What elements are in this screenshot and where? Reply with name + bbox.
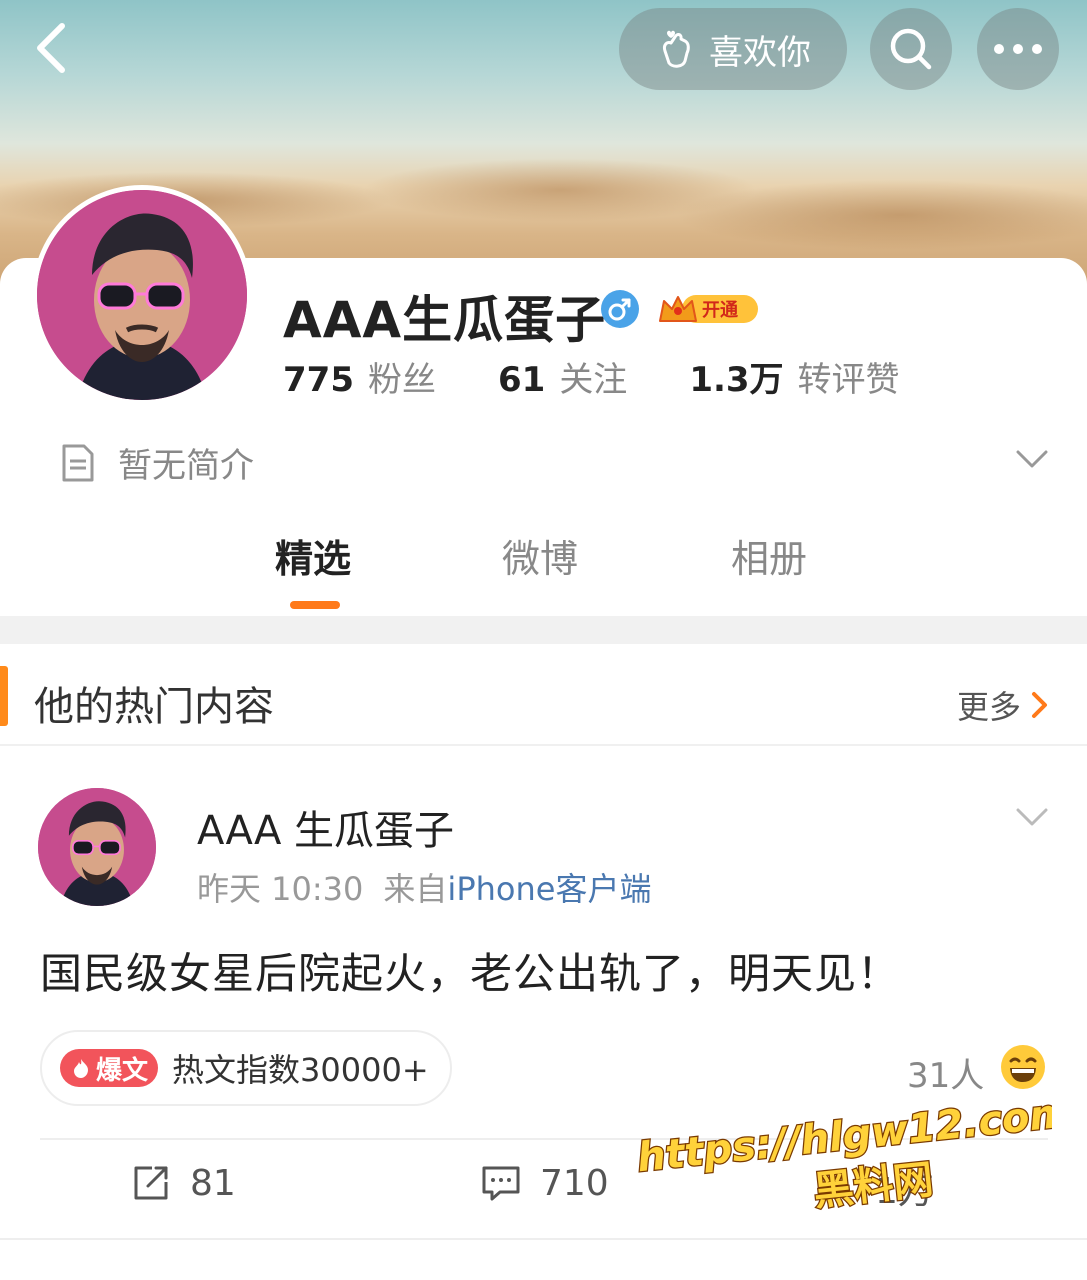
tab-weibo[interactable]: 微博 bbox=[502, 528, 578, 583]
section-accent-bar bbox=[0, 666, 8, 726]
ellipsis-icon bbox=[994, 44, 1042, 54]
post-author-avatar[interactable] bbox=[38, 788, 156, 906]
hot-content-title: 他的热门内容 bbox=[34, 684, 274, 730]
vip-label: 开通 bbox=[702, 300, 738, 321]
like-you-button[interactable]: 喜欢你 bbox=[619, 8, 847, 90]
vip-open-badge[interactable]: 开通 bbox=[656, 291, 760, 327]
post-time: 昨天 10:30 bbox=[197, 870, 364, 908]
section-separator bbox=[0, 616, 1087, 644]
male-gender-icon bbox=[600, 289, 640, 329]
interactions-stat[interactable]: 1.3万 转评赞 bbox=[689, 352, 899, 401]
profile-name: AAA生瓜蛋子 bbox=[283, 291, 607, 349]
following-count: 61 bbox=[497, 360, 546, 400]
followers-count: 775 bbox=[283, 360, 354, 400]
interactions-count: 1.3万 bbox=[689, 360, 784, 400]
bio-text: 暂无简介 bbox=[118, 446, 254, 486]
chevron-right-icon bbox=[1032, 692, 1048, 718]
avatar-image bbox=[38, 788, 156, 906]
watermark-site-name: 黑料网 bbox=[811, 1157, 935, 1215]
expand-bio-button[interactable] bbox=[1012, 440, 1052, 480]
hot-content-header: 他的热门内容 更多 bbox=[0, 644, 1087, 746]
avatar-image bbox=[37, 190, 247, 400]
post-source[interactable]: iPhone客户端 bbox=[447, 870, 651, 908]
share-icon bbox=[134, 1166, 168, 1200]
profile-avatar[interactable] bbox=[32, 185, 252, 405]
back-button[interactable] bbox=[28, 18, 88, 78]
repost-button[interactable]: 81 bbox=[130, 1162, 236, 1204]
finger-heart-icon bbox=[663, 30, 690, 68]
chevron-down-icon bbox=[1016, 450, 1048, 468]
grin-emoji-icon[interactable] bbox=[1000, 1044, 1046, 1090]
repost-count: 81 bbox=[190, 1162, 236, 1204]
like-you-label: 喜欢你 bbox=[709, 32, 811, 73]
profile-page: 喜欢你 AAA生瓜蛋子 开通 775 粉丝 61 关注 1.3万 转评赞 暂无简… bbox=[0, 0, 1087, 1280]
more-link[interactable]: 更多 bbox=[957, 682, 1051, 728]
followers-stat[interactable]: 775 粉丝 bbox=[283, 352, 436, 401]
post-options-button[interactable] bbox=[1012, 798, 1052, 838]
profile-tabs: 精选 微博 相册 bbox=[0, 528, 1087, 614]
chevron-down-icon bbox=[1016, 808, 1048, 826]
profile-stats: 775 粉丝 61 关注 1.3万 转评赞 bbox=[283, 352, 962, 401]
following-label: 关注 bbox=[559, 360, 628, 400]
followers-label: 粉丝 bbox=[367, 360, 436, 400]
post-bottom-border bbox=[0, 1238, 1087, 1240]
tab-album[interactable]: 相册 bbox=[731, 528, 807, 583]
post-author-name[interactable]: AAA 生瓜蛋子 bbox=[197, 798, 454, 856]
hot-article-tag: 爆文 bbox=[60, 1049, 159, 1087]
flame-icon bbox=[74, 1059, 88, 1078]
search-button[interactable] bbox=[870, 8, 952, 90]
following-stat[interactable]: 61 关注 bbox=[498, 352, 627, 401]
post-source-prefix: 来自 bbox=[383, 870, 448, 908]
more-options-button[interactable] bbox=[977, 8, 1059, 90]
hot-index-text: 热文指数30000+ bbox=[172, 1051, 429, 1089]
back-arrow-icon bbox=[37, 23, 65, 73]
watermark: https://hlgw12.com 黑料网 bbox=[632, 1089, 1075, 1220]
post-meta: 昨天 10:30 来自iPhone客户端 bbox=[197, 864, 651, 910]
search-icon bbox=[890, 28, 932, 70]
profile-bio[interactable]: 暂无简介 bbox=[60, 438, 254, 487]
hot-index-chip[interactable]: 爆文 热文指数30000+ bbox=[40, 1030, 452, 1106]
post-source-wrap: 来自iPhone客户端 bbox=[383, 864, 651, 910]
document-icon bbox=[62, 444, 94, 481]
more-label: 更多 bbox=[957, 688, 1022, 726]
active-tab-indicator bbox=[290, 601, 340, 609]
comment-button[interactable]: 710 bbox=[480, 1162, 609, 1204]
tab-featured[interactable]: 精选 bbox=[275, 528, 351, 583]
interactions-label: 转评赞 bbox=[797, 360, 900, 400]
comment-count: 710 bbox=[540, 1162, 609, 1204]
post-body[interactable]: 国民级女星后院起火，老公出轨了，明天见！ bbox=[40, 940, 900, 1001]
hot-tag-label: 爆文 bbox=[96, 1055, 149, 1086]
comment-icon bbox=[482, 1166, 520, 1201]
